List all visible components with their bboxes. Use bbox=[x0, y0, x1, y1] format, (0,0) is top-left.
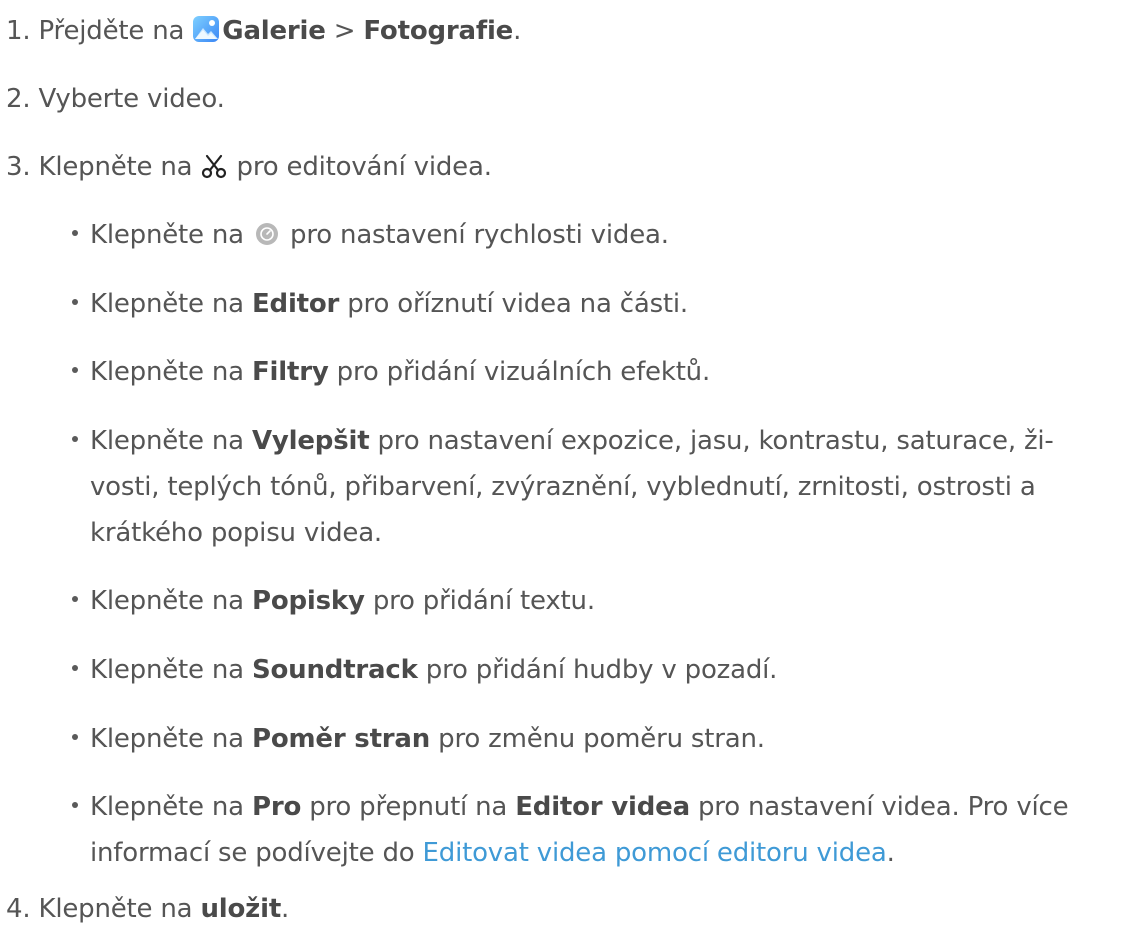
step-text-end: pro editování videa. bbox=[228, 152, 492, 182]
edit-videos-link[interactable]: Editovat videa pomocí editoru videa bbox=[423, 838, 887, 868]
bullet-text-end: pro změnu poměru stran. bbox=[430, 724, 765, 754]
step-end: . bbox=[513, 16, 522, 46]
bullet-text: Klepněte na bbox=[90, 357, 252, 387]
bullet-enhance-cont-1: vosti, teplých tónů, přibarvení, zvýrazn… bbox=[90, 472, 1036, 502]
pro-label: Pro bbox=[251, 792, 302, 822]
scissors-icon bbox=[200, 152, 228, 180]
bullet-text: informací se podívejte do bbox=[90, 838, 423, 868]
bullet-aspect-ratio: Klepněte na Poměr stran pro změnu poměru… bbox=[72, 719, 765, 759]
step-3: 3. Klepněte na pro editování videa. bbox=[6, 147, 492, 187]
enhance-label: Vylepšit bbox=[251, 426, 370, 456]
step-text: Klepněte na bbox=[38, 152, 201, 182]
bullet-dot bbox=[72, 801, 78, 808]
step-text: Klepněte na bbox=[38, 894, 201, 924]
bullet-enhance-cont-2: krátkého popisu videa. bbox=[90, 518, 382, 548]
step-1: 1. Přejděte na Galerie > Fotografie. bbox=[6, 11, 521, 51]
bullet-dot bbox=[72, 733, 78, 740]
save-label: uložit bbox=[200, 894, 282, 924]
step-number: 1. bbox=[6, 16, 31, 46]
bullet-editor: Klepněte na Editor pro oříznutí videa na… bbox=[72, 284, 688, 324]
bullet-pro-cont: informací se podívejte do Editovat videa… bbox=[90, 833, 895, 873]
photos-label: Fotografie bbox=[363, 16, 514, 46]
bullet-soundtrack: Klepněte na Soundtrack pro přidání hudby… bbox=[72, 650, 777, 690]
captions-label: Popisky bbox=[251, 586, 365, 616]
bullet-text-end: pro přidání hudby v pozadí. bbox=[417, 655, 778, 685]
bullet-dot bbox=[72, 366, 78, 373]
bullet-dot bbox=[72, 298, 78, 305]
bullet-text: Klepněte na bbox=[90, 426, 252, 456]
step-number: 2. bbox=[6, 84, 31, 114]
bullet-text: Klepněte na bbox=[90, 792, 252, 822]
step-2: 2. Vyberte video. bbox=[6, 79, 225, 119]
bullet-text: Klepněte na bbox=[90, 724, 252, 754]
bullet-text-end: pro oříznutí videa na části. bbox=[339, 289, 688, 319]
bullet-enhance: Klepněte na Vylepšit pro nastavení expoz… bbox=[72, 421, 1054, 461]
bullet-text-end: pro nastavení videa. Pro více bbox=[689, 792, 1069, 822]
video-editor-label: Editor videa bbox=[515, 792, 690, 822]
bullet-text: Klepněte na bbox=[90, 655, 252, 685]
step-4: 4. Klepněte na uložit. bbox=[6, 889, 289, 929]
bullet-text-end: pro přidání textu. bbox=[364, 586, 595, 616]
bullet-dot bbox=[72, 435, 78, 442]
speed-dial-icon bbox=[254, 219, 280, 245]
gallery-app-icon bbox=[192, 15, 220, 43]
bullet-pro: Klepněte na Pro pro přepnutí na Editor v… bbox=[72, 787, 1069, 827]
aspect-ratio-label: Poměr stran bbox=[251, 724, 431, 754]
bullet-text: Klepněte na bbox=[90, 220, 252, 250]
bullet-captions: Klepněte na Popisky pro přidání textu. bbox=[72, 581, 595, 621]
editor-label: Editor bbox=[251, 289, 340, 319]
bullet-text: Klepněte na bbox=[90, 586, 252, 616]
step-number: 4. bbox=[6, 894, 31, 924]
step-end: . bbox=[281, 894, 290, 924]
soundtrack-label: Soundtrack bbox=[251, 655, 418, 685]
bullet-speed: Klepněte na pro nastavení rychlosti vide… bbox=[72, 215, 669, 255]
bullet-text-end: . bbox=[886, 838, 895, 868]
bullet-text: Klepněte na bbox=[90, 289, 252, 319]
bullet-dot bbox=[72, 664, 78, 671]
gallery-label: Galerie bbox=[222, 16, 326, 46]
bullet-filters: Klepněte na Filtry pro přidání vizuálníc… bbox=[72, 352, 710, 392]
step-text: Přejděte na bbox=[38, 16, 193, 46]
step-text: Vyberte video. bbox=[38, 84, 225, 114]
bullet-text-mid: pro přepnutí na bbox=[301, 792, 516, 822]
bullet-text-end: pro přidání vizuálních efektů. bbox=[328, 357, 711, 387]
bullet-text-end: pro nastavení expozice, jasu, kontrastu,… bbox=[369, 426, 1054, 456]
bullet-dot bbox=[72, 229, 78, 236]
separator: > bbox=[325, 16, 364, 46]
step-number: 3. bbox=[6, 152, 31, 182]
bullet-text-end: pro nastavení rychlosti videa. bbox=[281, 220, 669, 250]
bullet-dot bbox=[72, 595, 78, 602]
filters-label: Filtry bbox=[251, 357, 329, 387]
